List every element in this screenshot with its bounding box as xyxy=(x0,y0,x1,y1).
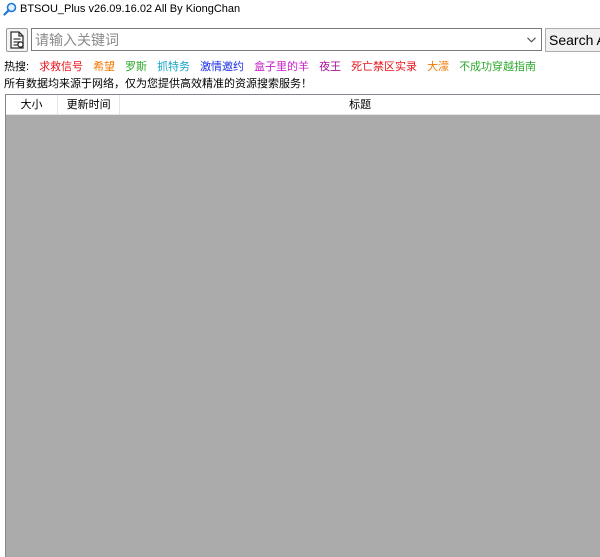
column-header-size[interactable]: 大小 xyxy=(6,95,58,115)
toolbar: Search A xyxy=(0,26,600,54)
hot-search-label: 热搜: xyxy=(4,61,30,73)
column-header-updated[interactable]: 更新时间 xyxy=(58,95,121,115)
column-header-title[interactable]: 标题 xyxy=(120,95,600,115)
document-icon xyxy=(10,31,24,49)
hot-search-item[interactable]: 盒子里的羊 xyxy=(254,58,309,74)
hot-search-item[interactable]: 激情邀约 xyxy=(200,58,244,74)
magnifier-icon xyxy=(3,2,17,16)
hot-search-item[interactable]: 死亡禁区实录 xyxy=(351,58,417,74)
disclaimer-text: 所有数据均来源于网络，仅为您提供高效精准的资源搜索服务！ xyxy=(4,78,312,90)
open-document-button[interactable] xyxy=(6,28,28,52)
hot-search-item[interactable]: 夜王 xyxy=(319,58,341,74)
hot-search-item[interactable]: 求救信号 xyxy=(39,58,83,74)
window-title: BTSOU_Plus v26.09.16.02 All By KiongChan xyxy=(20,3,241,15)
search-button[interactable]: Search A xyxy=(545,28,600,52)
results-header: 大小 更新时间 标题 xyxy=(6,95,600,115)
hot-search-item[interactable]: 不成功穿越指南 xyxy=(459,58,536,74)
hot-search-item[interactable]: 罗斯 xyxy=(125,58,147,74)
hot-search-item[interactable]: 希望 xyxy=(93,58,115,74)
chevron-down-icon[interactable] xyxy=(523,29,539,50)
hot-search-row: 热搜: 求救信号 希望 罗斯 抓特务 激情邀约 盒子里的羊 夜王 死亡禁区实录 … xyxy=(4,58,546,74)
search-input[interactable] xyxy=(32,29,522,50)
results-list[interactable]: 大小 更新时间 标题 xyxy=(5,94,600,557)
hot-search-item[interactable]: 抓特务 xyxy=(157,58,190,74)
title-bar: BTSOU_Plus v26.09.16.02 All By KiongChan xyxy=(0,0,600,18)
search-combobox[interactable] xyxy=(31,28,542,51)
hot-search-item[interactable]: 大濛 xyxy=(427,58,449,74)
